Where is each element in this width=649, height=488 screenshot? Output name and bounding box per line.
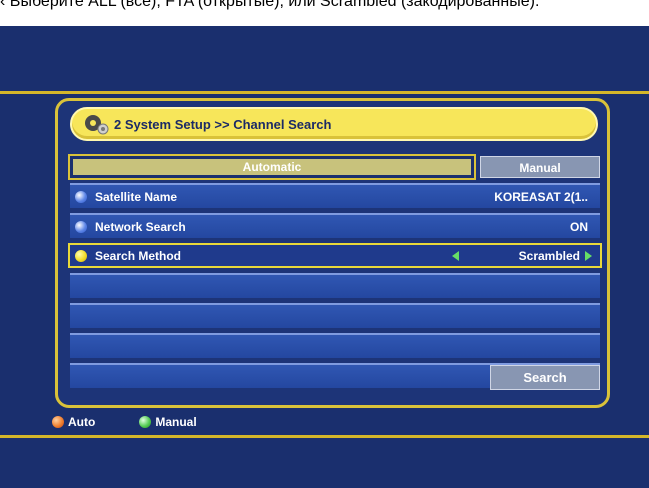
- row-search-method[interactable]: Search Method Scrambled: [68, 243, 602, 268]
- row-label: Search Method: [95, 248, 182, 263]
- row-value: KOREASAT 2(1..: [494, 189, 588, 204]
- settings-list: Satellite Name KOREASAT 2(1.. Network Se…: [68, 183, 602, 393]
- page-title: 2 System Setup >> Channel Search: [114, 116, 332, 132]
- legend-manual-label: Manual: [155, 415, 197, 429]
- arrow-left-icon[interactable]: [451, 250, 459, 261]
- channel-search-panel: 2 System Setup >> Channel Search Automat…: [55, 98, 610, 408]
- empty-row: [70, 303, 600, 328]
- title-bar: 2 System Setup >> Channel Search: [70, 107, 598, 141]
- tab-automatic[interactable]: Automatic: [68, 154, 476, 180]
- legend-auto: Auto: [52, 415, 95, 429]
- row-satellite-name[interactable]: Satellite Name KOREASAT 2(1..: [70, 183, 600, 208]
- row-label: Satellite Name: [95, 189, 178, 204]
- empty-row: [70, 333, 600, 358]
- row-network-search[interactable]: Network Search ON: [70, 213, 600, 238]
- row-value: ON: [570, 219, 588, 234]
- search-button[interactable]: Search: [490, 365, 600, 390]
- green-button-icon: [139, 416, 152, 428]
- legend-manual: Manual: [139, 415, 197, 429]
- divider-top: [0, 91, 649, 94]
- red-button-icon: [52, 416, 64, 428]
- search-row: Search: [70, 363, 600, 390]
- arrow-right-icon[interactable]: [585, 250, 592, 261]
- bullet-icon: [75, 190, 87, 203]
- row-value: Scrambled: [518, 248, 580, 263]
- bullet-icon: [75, 220, 87, 233]
- tab-manual[interactable]: Manual: [480, 156, 600, 178]
- caption-text: ‹ Выберите ALL (все), FTA (открытые), ил…: [0, 0, 540, 10]
- row-label: Network Search: [95, 219, 186, 234]
- tv-screen: 2 System Setup >> Channel Search Automat…: [0, 26, 649, 488]
- settings-gears-icon: [82, 111, 112, 137]
- divider-bottom: [0, 435, 649, 438]
- tab-bar: Automatic Manual: [68, 154, 600, 180]
- empty-row: [70, 273, 600, 298]
- legend-auto-label: Auto: [68, 415, 96, 429]
- bullet-icon: [75, 249, 87, 262]
- color-key-legend: Auto Manual: [52, 415, 241, 429]
